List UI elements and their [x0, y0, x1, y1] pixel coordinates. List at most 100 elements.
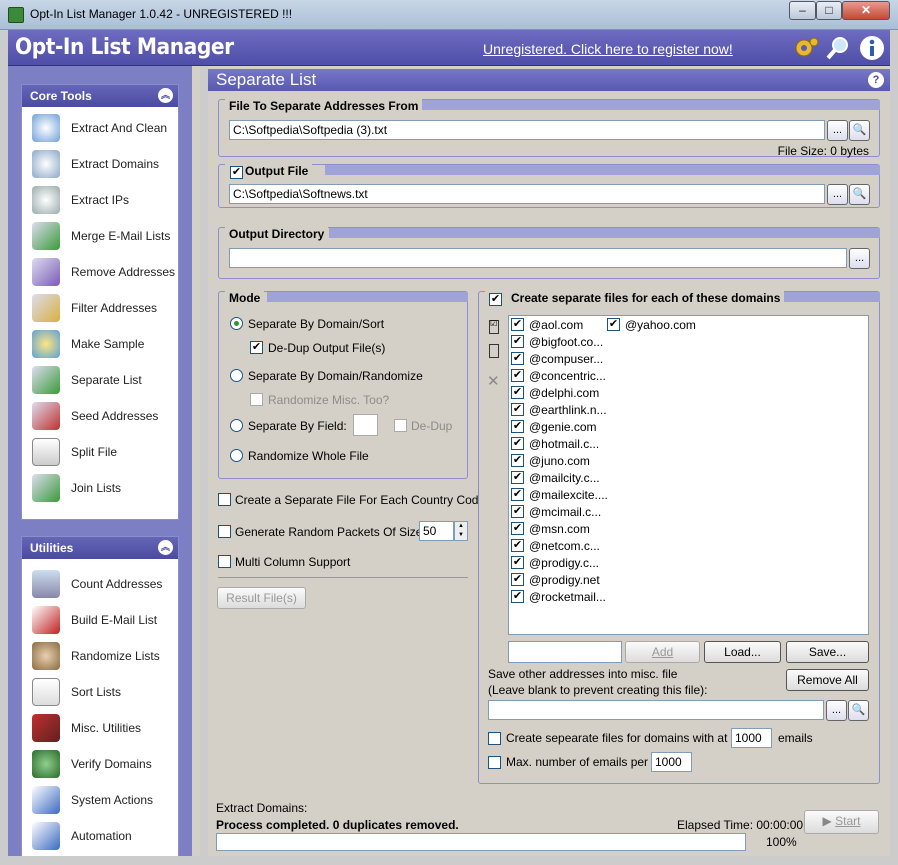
- remove-all-button[interactable]: Remove All: [786, 669, 869, 691]
- browse-source-button[interactable]: ...: [827, 120, 848, 141]
- sidebar-item-misc-utilities[interactable]: Misc. Utilities: [32, 711, 177, 745]
- sidebar-item-verify-domains[interactable]: Verify Domains: [32, 747, 177, 781]
- random-packets-checkbox[interactable]: [218, 525, 231, 538]
- maximize-button[interactable]: □: [816, 1, 842, 20]
- min-emails-checkbox[interactable]: [488, 732, 501, 745]
- result-files-button[interactable]: Result File(s): [217, 587, 306, 609]
- load-button[interactable]: Load...: [704, 641, 781, 663]
- elapsed-time: Elapsed Time: 00:00:00: [677, 818, 804, 832]
- dedup-label: De-Dup Output File(s): [268, 341, 386, 355]
- sidebar-item-label: Build E-Mail List: [71, 613, 158, 627]
- utilities-header[interactable]: Utilities ︽: [22, 537, 178, 559]
- uncheck-all-icon[interactable]: [489, 344, 499, 358]
- sidebar-item-extract-domains[interactable]: Extract Domains: [32, 147, 177, 181]
- sidebar-item-randomize-lists[interactable]: Randomize Lists: [32, 639, 177, 673]
- sidebar-item-label: Extract Domains: [71, 157, 160, 171]
- max-emails-input[interactable]: 1000: [651, 752, 692, 772]
- sidebar-item-build-email-list[interactable]: Build E-Mail List: [32, 603, 177, 637]
- view-output-search-icon[interactable]: 🔍: [849, 184, 870, 205]
- check-all-icon[interactable]: ☑: [489, 320, 499, 334]
- sidebar-item-split-file[interactable]: Split File: [32, 435, 177, 469]
- help-icon[interactable]: ?: [868, 72, 884, 88]
- view-misc-search-icon[interactable]: 🔍: [848, 700, 869, 721]
- output-file-input[interactable]: C:\Softpedia\Softnews.txt: [229, 184, 825, 204]
- field-number-input[interactable]: [353, 414, 378, 436]
- mode-label-domain-randomize: Separate By Domain/Randomize: [248, 369, 423, 383]
- sidebar-item-filter-addresses[interactable]: Filter Addresses: [32, 291, 177, 325]
- country-code-label: Create a Separate File For Each Country …: [235, 493, 486, 507]
- delete-domain-icon[interactable]: ✕: [487, 372, 500, 390]
- mode-radio-domain-randomize[interactable]: [230, 369, 243, 382]
- browse-output-button[interactable]: ...: [827, 184, 848, 205]
- sidebar-item-seed-addresses[interactable]: Seed Addresses: [32, 399, 177, 433]
- core-tools-header[interactable]: Core Tools ︽: [22, 85, 178, 107]
- sidebar-item-label: Extract And Clean: [71, 121, 168, 135]
- sidebar-item-remove-addresses[interactable]: Remove Addresses: [32, 255, 177, 289]
- browse-directory-button[interactable]: ...: [849, 248, 870, 269]
- dedup-checkbox[interactable]: ✔: [250, 341, 263, 354]
- close-button[interactable]: ✕: [842, 1, 890, 20]
- mode-radio-by-field[interactable]: [230, 419, 243, 432]
- sidebar-item-extract-ips[interactable]: Extract IPs: [32, 183, 177, 217]
- max-emails-checkbox[interactable]: [488, 756, 501, 769]
- multi-column-checkbox[interactable]: [218, 555, 231, 568]
- new-domain-input[interactable]: [508, 641, 622, 663]
- view-source-search-icon[interactable]: 🔍: [849, 120, 870, 141]
- start-button[interactable]: ▶ Start: [804, 810, 879, 834]
- random-packets-label: Generate Random Packets Of Size: [235, 525, 423, 539]
- emails-unit-label: emails: [778, 731, 813, 745]
- country-code-checkbox[interactable]: [218, 493, 231, 506]
- sidebar-item-label: Merge E-Mail Lists: [71, 229, 171, 243]
- sidebar-item-label: Count Addresses: [71, 577, 163, 591]
- source-file-input[interactable]: C:\Softpedia\Softpedia (3).txt: [229, 120, 825, 140]
- domains-checkbox[interactable]: ✔: [489, 293, 502, 306]
- sidebar-item-sort-lists[interactable]: Sort Lists: [32, 675, 177, 709]
- sidebar-item-label: Make Sample: [71, 337, 145, 351]
- sidebar-item-make-sample[interactable]: Make Sample: [32, 327, 177, 361]
- sidebar-splitter[interactable]: [192, 66, 200, 856]
- settings-gear-icon[interactable]: [792, 34, 820, 62]
- search-icon[interactable]: [824, 34, 852, 62]
- sidebar-item-system-actions[interactable]: System Actions: [32, 783, 177, 817]
- save-button[interactable]: Save...: [786, 641, 869, 663]
- sidebar-item-join-lists[interactable]: Join Lists: [32, 471, 177, 505]
- minimize-button[interactable]: –: [789, 1, 816, 20]
- randomize-misc-checkbox[interactable]: [250, 393, 263, 406]
- output-file-checkbox[interactable]: ✔: [230, 166, 243, 179]
- automation-icon: [32, 822, 60, 850]
- sidebar-item-extract-and-clean[interactable]: Extract And Clean: [32, 111, 177, 145]
- collapse-icon[interactable]: ︽: [158, 88, 173, 103]
- output-directory-group: Output Directory ...: [218, 227, 880, 279]
- collapse-icon[interactable]: ︽: [158, 540, 173, 555]
- window-title: Opt-In List Manager 1.0.42 - UNREGISTERE…: [30, 7, 293, 21]
- mode-label-domain-sort: Separate By Domain/Sort: [248, 317, 385, 331]
- multi-column-label: Multi Column Support: [235, 555, 351, 569]
- app-logo: Opt-In List Manager: [15, 35, 234, 60]
- misc-file-input[interactable]: [488, 700, 824, 720]
- sidebar-item-label: Separate List: [71, 373, 142, 387]
- domain-list[interactable]: ✔ @aol.com ✔ @bigfoot.co... ✔ @compuser... …: [508, 315, 869, 635]
- group-title-bar: [419, 100, 880, 110]
- filter-icon: [32, 294, 60, 322]
- sidebar: Core Tools ︽ Extract And Clean Extract Do…: [8, 66, 200, 856]
- calculator-icon: [32, 570, 60, 598]
- packet-size-spinner[interactable]: ▲ ▼: [454, 521, 468, 541]
- register-link[interactable]: Unregistered. Click here to register now…: [483, 41, 733, 57]
- dice-icon: [32, 642, 60, 670]
- mode-group: Mode Separate By Domain/Sort ✔ De-Dup Ou…: [218, 291, 468, 479]
- mode-radio-randomize-whole[interactable]: [230, 449, 243, 462]
- group-title-bar: [325, 165, 880, 175]
- add-domain-button[interactable]: Add: [625, 641, 700, 663]
- output-directory-input[interactable]: [229, 248, 847, 268]
- browse-misc-button[interactable]: ...: [826, 700, 847, 721]
- sidebar-item-automation[interactable]: Automation: [32, 819, 177, 853]
- divider: [218, 577, 468, 578]
- sidebar-item-count-addresses[interactable]: Count Addresses: [32, 567, 177, 601]
- sidebar-item-merge-email-lists[interactable]: Merge E-Mail Lists: [32, 219, 177, 253]
- mode-radio-domain-sort[interactable]: [230, 317, 243, 330]
- info-icon[interactable]: [858, 34, 886, 62]
- sidebar-item-separate-list[interactable]: Separate List: [32, 363, 177, 397]
- field-dedup-checkbox[interactable]: [394, 419, 407, 432]
- packet-size-input[interactable]: 50: [419, 521, 454, 541]
- min-emails-input[interactable]: 1000: [731, 728, 772, 748]
